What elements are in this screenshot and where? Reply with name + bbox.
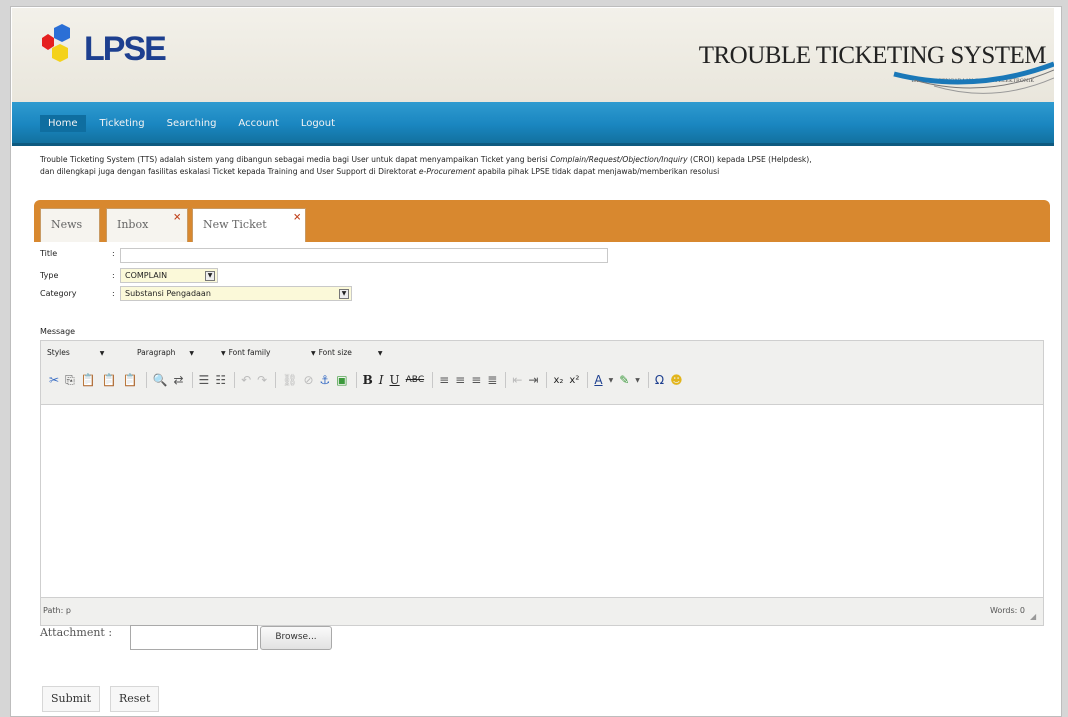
paste-text-icon[interactable]: 📋 xyxy=(102,373,117,387)
strikethrough-icon[interactable]: ABC xyxy=(406,375,424,385)
chevron-down-icon[interactable]: ▼ xyxy=(609,377,614,384)
reset-button[interactable]: Reset xyxy=(110,686,160,712)
anchor-icon[interactable]: ⚓ xyxy=(320,373,331,387)
chevron-down-icon: ▼ xyxy=(377,350,383,357)
close-icon[interactable]: × xyxy=(173,212,181,223)
nav-logout[interactable]: Logout xyxy=(301,118,335,132)
chevron-down-icon: ▼ xyxy=(311,350,316,357)
copy-icon[interactable]: ⎘ xyxy=(65,373,75,388)
replace-icon[interactable]: ⇄ xyxy=(173,373,183,387)
superscript-icon[interactable]: x² xyxy=(569,375,579,386)
title-label: Title xyxy=(40,249,58,258)
cut-icon[interactable]: ✂ xyxy=(49,373,59,387)
system-description: Trouble Ticketing System (TTS) adalah si… xyxy=(40,155,812,176)
styles-dropdown[interactable]: Styles ▼ xyxy=(47,348,104,362)
rich-text-editor: Styles ▼ Paragraph ▼ ▼ Font family ▼ Font si… xyxy=(40,340,1044,626)
attachment-label: Attachment : xyxy=(40,626,113,639)
browse-button[interactable]: Browse... xyxy=(260,626,332,650)
undo-icon[interactable]: ↶ xyxy=(241,373,251,387)
paragraph-dropdown[interactable]: Paragraph ▼ xyxy=(137,348,194,362)
special-char-icon[interactable]: Ω xyxy=(655,373,664,387)
emoticon-icon[interactable]: ☻ xyxy=(670,373,683,387)
numbered-list-icon[interactable]: ☷ xyxy=(215,373,226,387)
align-justify-icon[interactable]: ≣ xyxy=(487,373,497,387)
find-icon[interactable]: 🔍 xyxy=(153,373,168,387)
nav-account[interactable]: Account xyxy=(238,118,278,132)
font-family-dropdown[interactable]: ▼ Font family xyxy=(221,348,271,362)
editor-icon-bar: ✂ ⎘ 📋 📋 📋 🔍 ⇄ ☰ ☷ ↶ ↷ ⛓ ⊘ ⚓ ▣ B I U ABC xyxy=(49,372,689,388)
outdent-icon[interactable]: ⇤ xyxy=(512,373,522,387)
tab-new-ticket[interactable]: New Ticket × xyxy=(192,208,306,242)
header: LPSE TROUBLE TICKETING SYSTEM LAYANAN PE… xyxy=(12,8,1054,102)
lpse-logo: LPSE xyxy=(32,22,172,82)
image-icon[interactable]: ▣ xyxy=(336,373,347,387)
nav-searching[interactable]: Searching xyxy=(167,118,217,132)
nav-ticketing[interactable]: Ticketing xyxy=(100,118,145,132)
indent-icon[interactable]: ⇥ xyxy=(528,373,538,387)
chevron-down-icon[interactable]: ▼ xyxy=(339,289,349,299)
chevron-down-icon: ▼ xyxy=(99,350,105,357)
resize-grip-icon[interactable]: ◢ xyxy=(1030,612,1040,622)
type-label: Type xyxy=(40,271,59,280)
attachment-input[interactable] xyxy=(130,625,258,650)
type-select[interactable]: COMPLAIN ▼ xyxy=(120,268,218,283)
link-icon[interactable]: ⛓ xyxy=(282,373,297,387)
bold-icon[interactable]: B xyxy=(363,373,373,387)
tab-news[interactable]: News xyxy=(40,208,100,242)
logo-text: LPSE xyxy=(84,30,167,68)
underline-icon[interactable]: U xyxy=(390,373,400,387)
category-select[interactable]: Substansi Pengadaan ▼ xyxy=(120,286,352,301)
nav-home[interactable]: Home xyxy=(40,115,86,132)
align-right-icon[interactable]: ≡ xyxy=(471,373,481,387)
main-nav: Home Ticketing Searching Account Logout xyxy=(12,102,1054,146)
tab-inbox[interactable]: Inbox × xyxy=(106,208,188,242)
align-left-icon[interactable]: ≡ xyxy=(439,373,449,387)
title-input[interactable] xyxy=(120,248,608,263)
unlink-icon[interactable]: ⊘ xyxy=(303,373,313,387)
close-icon[interactable]: × xyxy=(293,212,301,223)
editor-path: Path: p xyxy=(43,606,71,615)
editor-status-bar: Path: p Words: 0 ◢ xyxy=(41,597,1043,625)
message-label: Message xyxy=(40,327,76,336)
hexagon-logo-icon xyxy=(42,24,70,62)
font-size-dropdown[interactable]: ▼ Font size ▼ xyxy=(311,348,383,362)
chevron-down-icon[interactable]: ▼ xyxy=(205,271,215,281)
chevron-down-icon[interactable]: ▼ xyxy=(635,377,640,384)
bullet-list-icon[interactable]: ☰ xyxy=(199,373,210,387)
chevron-down-icon: ▼ xyxy=(189,350,195,357)
paste-word-icon[interactable]: 📋 xyxy=(123,373,138,387)
submit-button[interactable]: Submit xyxy=(42,686,101,712)
text-color-icon[interactable]: A xyxy=(594,373,602,387)
highlight-color-icon[interactable]: ✎ xyxy=(619,373,629,387)
swoosh-decoration xyxy=(893,61,1054,94)
paste-icon[interactable]: 📋 xyxy=(81,373,96,387)
redo-icon[interactable]: ↷ xyxy=(257,373,267,387)
category-label: Category xyxy=(40,289,77,298)
italic-icon[interactable]: I xyxy=(379,373,384,387)
subscript-icon[interactable]: x₂ xyxy=(553,375,563,386)
editor-toolbar: Styles ▼ Paragraph ▼ ▼ Font family ▼ Font si… xyxy=(41,341,1043,405)
editor-content-area[interactable] xyxy=(41,405,1043,599)
chevron-down-icon: ▼ xyxy=(221,350,226,357)
align-center-icon[interactable]: ≡ xyxy=(455,373,465,387)
word-count: Words: 0 xyxy=(989,606,1025,615)
